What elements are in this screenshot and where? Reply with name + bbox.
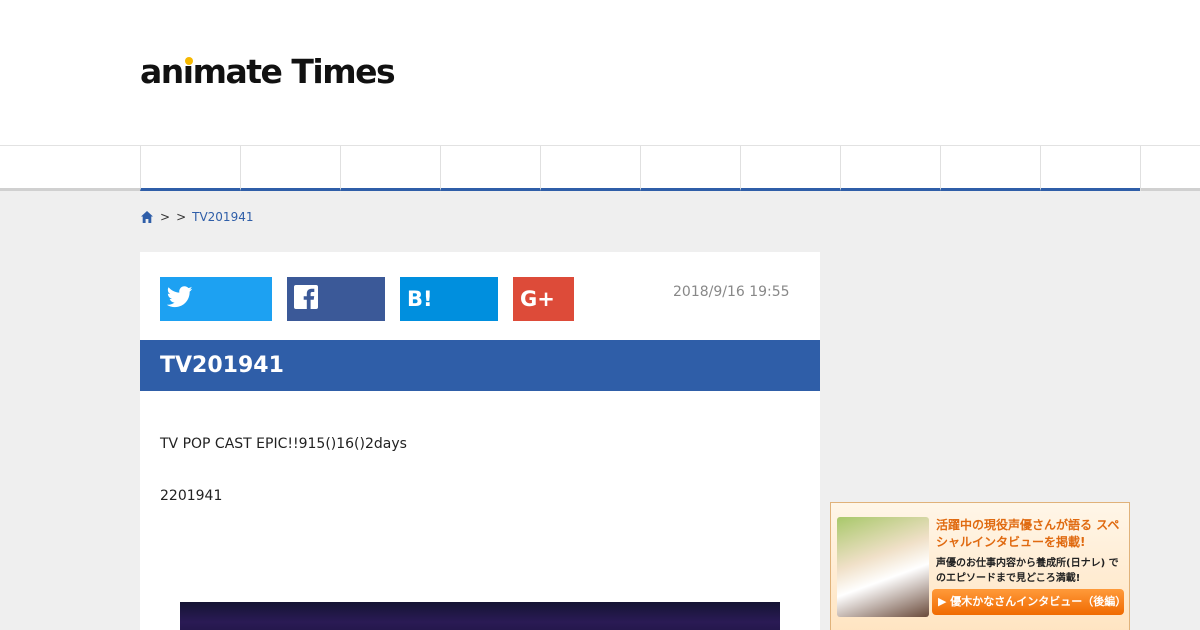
- main-nav: [0, 145, 1200, 191]
- hatena-bookmark-button[interactable]: B!: [400, 277, 498, 321]
- article-paragraph: TV POP CAST EPIC!!915()16()2days: [160, 436, 407, 452]
- article-photo: [180, 602, 780, 630]
- breadcrumb-separator: >: [176, 210, 187, 224]
- nav-item-4[interactable]: [440, 146, 540, 191]
- breadcrumb-separator: >: [160, 210, 171, 224]
- logo-text-end: mate Times: [192, 52, 396, 91]
- article-paragraph: 2201941: [160, 488, 223, 504]
- facebook-icon: [294, 285, 318, 313]
- sidebar-ad-banner[interactable]: 活躍中の現役声優さんが語る スペシャルインタビューを掲載! 声優のお仕事内容から…: [830, 502, 1130, 630]
- nav-item-3[interactable]: [340, 146, 440, 191]
- logo-i-letter: ı: [182, 52, 195, 92]
- hatena-icon: B!: [407, 287, 433, 311]
- ad-portrait-image: [837, 517, 929, 617]
- site-header: anı mate Times: [0, 0, 1200, 145]
- nav-item-9[interactable]: [940, 146, 1040, 191]
- nav-item-10[interactable]: [1040, 146, 1140, 191]
- home-icon[interactable]: [140, 210, 154, 224]
- nav-item-2[interactable]: [240, 146, 340, 191]
- breadcrumb: > > TV201941: [140, 208, 253, 226]
- article-title: TV201941: [140, 340, 820, 391]
- twitter-icon: [166, 286, 193, 312]
- facebook-share-button[interactable]: [287, 277, 385, 321]
- publish-date: 2018/9/16 19:55: [673, 284, 790, 300]
- nav-item-5[interactable]: [540, 146, 640, 191]
- googleplus-icon: G+: [520, 287, 555, 311]
- nav-item-11[interactable]: [1140, 146, 1200, 191]
- logo-yellow-dot: [184, 57, 193, 65]
- ad-subtext: 声優のお仕事内容から養成所(日ナレ) でのエピソードまで見どころ満載!: [936, 558, 1119, 584]
- nav-item-7[interactable]: [740, 146, 840, 191]
- article-card: B! G+ 2018/9/16 19:55 TV201941 TV POP CA…: [140, 252, 820, 630]
- googleplus-share-button[interactable]: G+: [513, 277, 574, 321]
- ad-headline: 活躍中の現役声優さんが語る スペシャルインタビューを掲載!: [936, 518, 1120, 549]
- breadcrumb-current[interactable]: TV201941: [192, 210, 253, 224]
- ad-interview-button[interactable]: ▶ 優木かなさんインタビュー（後編）: [932, 589, 1126, 615]
- logo-text-start: an: [140, 52, 184, 91]
- twitter-share-button[interactable]: [160, 277, 272, 321]
- nav-item-1[interactable]: [140, 146, 240, 191]
- nav-item-8[interactable]: [840, 146, 940, 191]
- site-logo[interactable]: anı mate Times: [140, 52, 396, 92]
- nav-item-6[interactable]: [640, 146, 740, 191]
